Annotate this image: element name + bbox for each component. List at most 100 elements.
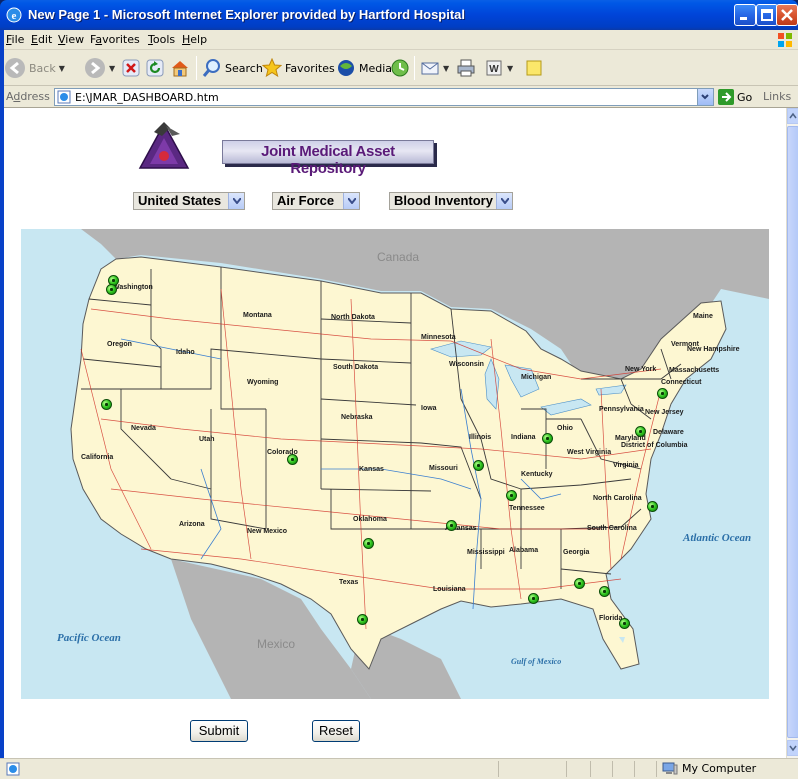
address-bar: Address E:\JMAR_DASHBOARD.htm Go Links (0, 86, 798, 108)
state-label: Nevada (131, 425, 156, 432)
print-icon (457, 59, 475, 77)
mail-dropdown-icon[interactable]: ▼ (443, 64, 449, 73)
vertical-scrollbar[interactable] (786, 108, 798, 758)
base-marker[interactable] (473, 460, 484, 471)
base-marker[interactable] (106, 284, 117, 295)
us-map[interactable]: Canada Mexico Pacific Ocean Atlantic Oce… (21, 229, 769, 699)
chevron-up-icon (789, 112, 797, 119)
state-label: Maine (693, 313, 713, 320)
menu-tools[interactable]: Tools (148, 33, 175, 46)
minimize-icon (740, 17, 747, 20)
state-label: Pennsylvania (599, 406, 644, 413)
home-button[interactable] (170, 54, 190, 82)
forward-arrow-icon (85, 58, 105, 78)
go-button[interactable]: Go (718, 89, 752, 105)
base-marker[interactable] (357, 614, 368, 625)
word-document-icon: W (486, 60, 502, 76)
submit-button[interactable]: Submit (190, 720, 248, 742)
forward-dropdown-icon[interactable]: ▼ (109, 64, 115, 73)
state-label: Indiana (511, 434, 536, 441)
menu-file[interactable]: File (6, 33, 24, 46)
search-button[interactable]: Search (202, 54, 263, 82)
menu-edit[interactable]: Edit (31, 33, 52, 46)
state-label: North Carolina (593, 495, 642, 502)
print-button[interactable] (456, 54, 476, 82)
scroll-thumb[interactable] (787, 126, 798, 738)
service-select[interactable]: Air Force (272, 192, 360, 210)
menu-help[interactable]: Help (182, 33, 207, 46)
base-marker[interactable] (599, 586, 610, 597)
refresh-button[interactable] (146, 54, 164, 82)
address-dropdown-button[interactable] (697, 89, 713, 105)
edit-word-button[interactable]: W ▼ (484, 54, 513, 82)
state-label: Missouri (429, 465, 458, 472)
country-select[interactable]: United States (133, 192, 245, 210)
sticky-note-icon (526, 60, 542, 76)
state-label: Tennessee (509, 505, 545, 512)
links-button[interactable]: Links (763, 90, 791, 103)
minimize-button[interactable] (734, 4, 756, 26)
close-button[interactable] (776, 4, 798, 26)
map-label-pacific-ocean: Pacific Ocean (57, 632, 121, 644)
state-label: Wyoming (247, 379, 279, 386)
state-label: Georgia (563, 549, 590, 556)
forward-button[interactable]: ▼ (84, 54, 115, 82)
mail-button[interactable]: ▼ (420, 54, 449, 82)
chevron-down-icon (496, 193, 512, 209)
back-dropdown-icon[interactable]: ▼ (59, 64, 65, 73)
map-label-canada: Canada (377, 250, 420, 264)
base-marker[interactable] (446, 520, 457, 531)
window-title-bar[interactable]: e New Page 1 - Microsoft Internet Explor… (0, 0, 798, 30)
base-marker[interactable] (574, 578, 585, 589)
state-label: Delaware (653, 429, 684, 436)
menu-view[interactable]: View (58, 33, 84, 46)
base-marker[interactable] (647, 501, 658, 512)
state-label: North Dakota (331, 314, 375, 321)
favorites-star-icon (262, 58, 282, 78)
state-label: Iowa (421, 405, 437, 412)
state-label: West Virginia (567, 449, 612, 456)
state-label: Illinois (469, 434, 492, 441)
base-marker[interactable] (363, 538, 374, 549)
map-label-mexico: Mexico (257, 637, 296, 651)
base-marker[interactable] (528, 593, 539, 604)
state-label: California (81, 454, 114, 461)
scroll-down-button[interactable] (787, 740, 798, 756)
base-marker[interactable] (101, 399, 112, 410)
state-label: District of Columbia (621, 442, 688, 449)
back-button[interactable]: Back ▼ (4, 54, 65, 82)
state-label: New Mexico (247, 528, 288, 535)
state-label: Arizona (179, 521, 205, 528)
base-marker[interactable] (287, 454, 298, 465)
state-label: Virginia (613, 462, 639, 469)
page-content: Joint Medical Asset Repository United St… (4, 108, 786, 758)
window-title: New Page 1 - Microsoft Internet Explorer… (28, 7, 466, 22)
us-map-graphic (21, 229, 769, 699)
inventory-select[interactable]: Blood Inventory (389, 192, 513, 210)
stop-button[interactable] (122, 54, 140, 82)
favorites-button[interactable]: Favorites (262, 54, 335, 82)
maximize-button[interactable] (756, 4, 778, 26)
address-label: Address (6, 90, 50, 103)
state-label: Wisconsin (449, 361, 484, 368)
scroll-up-button[interactable] (787, 108, 798, 124)
base-marker[interactable] (619, 618, 630, 629)
media-button[interactable]: Media (336, 54, 392, 82)
notes-button[interactable] (524, 54, 544, 82)
chevron-down-icon (228, 193, 244, 209)
address-input[interactable]: E:\JMAR_DASHBOARD.htm (54, 88, 714, 106)
menu-favorites[interactable]: Favorites (90, 33, 140, 46)
edit-dropdown-icon[interactable]: ▼ (507, 64, 513, 73)
base-marker[interactable] (506, 490, 517, 501)
reset-button[interactable]: Reset (312, 720, 360, 742)
state-label: South Dakota (333, 364, 379, 371)
history-button[interactable] (390, 54, 410, 82)
base-marker[interactable] (657, 388, 668, 399)
state-label: Utah (199, 436, 215, 443)
base-marker[interactable] (542, 433, 553, 444)
chevron-down-icon (789, 745, 797, 752)
state-label: Montana (243, 312, 272, 319)
chevron-down-icon (701, 94, 709, 100)
base-marker[interactable] (635, 426, 646, 437)
maximize-icon (761, 9, 773, 21)
